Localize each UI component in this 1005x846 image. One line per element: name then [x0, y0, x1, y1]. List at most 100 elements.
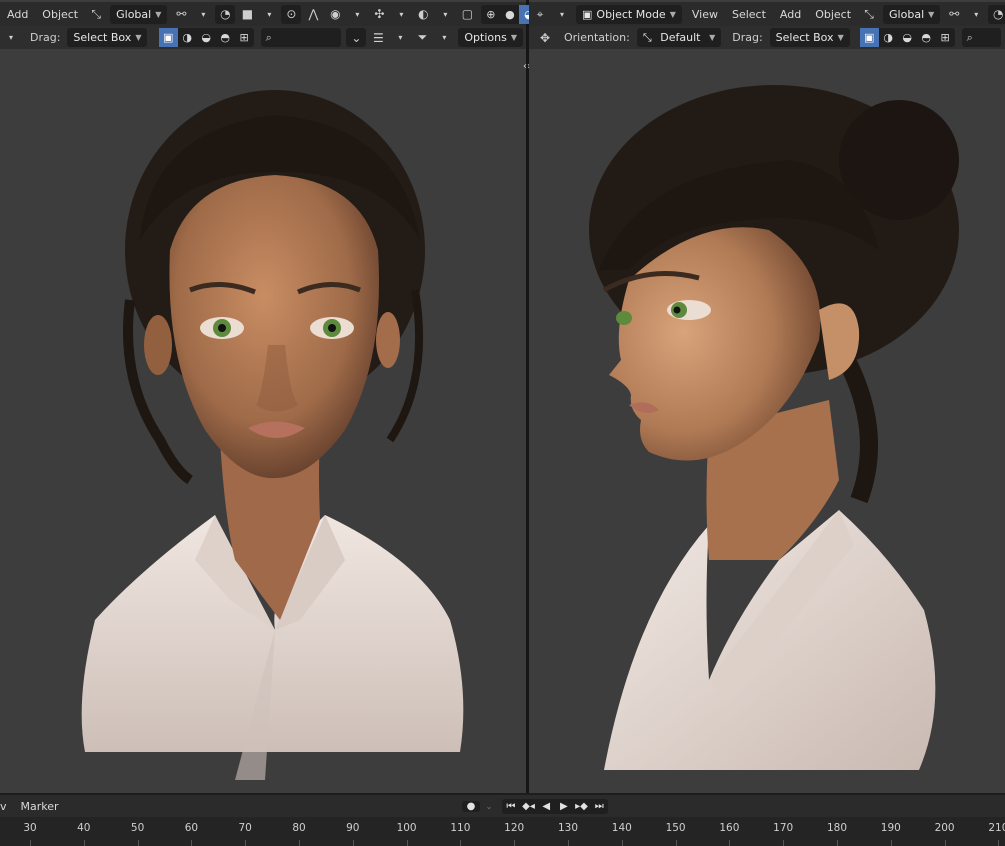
viewport-right[interactable] — [529, 0, 1005, 793]
timeline-tick-label: 140 — [611, 822, 632, 834]
select-new-icon[interactable]: ▣ — [859, 28, 879, 47]
timeline-tick-mark — [837, 840, 838, 846]
select-extend-icon[interactable]: ◑ — [879, 28, 898, 47]
snap-icon[interactable]: ◔ — [215, 4, 236, 24]
chevron-down-icon: ▼ — [135, 33, 142, 42]
timeline-scale[interactable]: 30 40 50 60 70 80 90 100 110 120 130 140 150 160 170 18… — [0, 817, 1005, 846]
drag-select-dropdown[interactable]: Select Box ▼ — [67, 28, 148, 47]
drag-select-dropdown[interactable]: Select Box ▼ — [769, 28, 850, 47]
chevron-down-icon[interactable]: ▾ — [435, 5, 455, 24]
select-invert-icon[interactable]: ◓ — [917, 28, 936, 47]
select-mode-group: ▣ ◑ ◒ ◓ ⊞ — [859, 28, 955, 47]
editor-type-icon[interactable]: ⌖ — [530, 5, 550, 24]
drag-select-value: Select Box — [775, 31, 834, 44]
menu-view[interactable]: v — [0, 800, 14, 813]
chevron-down-icon[interactable]: ▾ — [347, 5, 367, 24]
timeline-tick-label: 210 — [988, 822, 1005, 834]
select-mode-group: ▣ ◑ ◒ ◓ ⊞ — [158, 28, 254, 47]
timeline-tick-label: 190 — [880, 822, 901, 834]
timeline-tick-mark — [729, 840, 731, 846]
next-keyframe-icon[interactable]: ▸◆ — [573, 801, 591, 812]
chevron-down-icon[interactable]: ▾ — [434, 28, 454, 47]
play-icon[interactable]: ▶ — [555, 801, 573, 812]
head-profile-render — [589, 85, 959, 770]
search-field[interactable]: ⌕ — [260, 28, 342, 47]
chevron-down-icon[interactable]: ▾ — [552, 5, 572, 24]
snap-icon[interactable]: ◔ — [988, 4, 1005, 24]
chevron-down-icon[interactable]: ⌄ — [480, 802, 498, 811]
chevron-down-icon: ▼ — [510, 33, 517, 42]
drag-select-value: Select Box — [73, 31, 132, 44]
menu-object[interactable]: Object — [808, 8, 858, 21]
timeline-tick-mark — [191, 840, 193, 846]
timeline-tick-mark — [460, 840, 462, 846]
move-orientation-icon: ✥ — [539, 30, 551, 45]
record-icon[interactable]: ● — [462, 801, 480, 812]
right-header-row-1: ⌖ ▾ ▣ Object Mode ▼ View Select Add Objec… — [529, 2, 1005, 26]
filter-funnel-icon[interactable]: ⏷ — [412, 28, 432, 47]
menu-marker[interactable]: Marker — [14, 800, 66, 813]
timeline-tick-mark — [783, 840, 785, 846]
visibility-eye-icon[interactable]: ◉ — [325, 5, 345, 24]
gizmo-icon[interactable]: ✣ — [369, 5, 389, 24]
select-subtract-icon[interactable]: ◒ — [898, 28, 917, 47]
options-dropdown[interactable]: Options ▼ — [458, 28, 523, 47]
solid-shading-icon[interactable]: ● — [500, 5, 519, 24]
timeline-tick-label: 150 — [665, 822, 686, 834]
drag-label: Drag: — [30, 31, 61, 44]
jump-end-icon[interactable]: ⏭ — [590, 801, 608, 812]
menu-add[interactable]: Add — [773, 8, 808, 21]
timeline-tick-mark — [352, 840, 354, 846]
chevron-down-icon[interactable]: ▾ — [966, 5, 986, 24]
timeline-tick-mark — [568, 840, 569, 846]
timeline-tick-label: 110 — [450, 822, 471, 834]
timeline-tick-label: 100 — [396, 822, 417, 834]
wireframe-shading-icon[interactable]: ⊕ — [481, 5, 500, 24]
jump-start-icon[interactable]: ⏮ — [502, 801, 520, 812]
timeline-tick-label: 70 — [238, 822, 252, 834]
timeline-tick-label: 90 — [346, 822, 360, 834]
chevron-down-icon[interactable]: ▾ — [390, 28, 410, 47]
select-extend-icon[interactable]: ◑ — [178, 28, 197, 47]
select-intersect-icon[interactable]: ⊞ — [936, 28, 955, 47]
menu-object[interactable]: Object — [35, 8, 85, 21]
chevron-down-icon[interactable]: ▾ — [391, 5, 411, 24]
transform-orientation-dropdown[interactable]: Global ▼ — [110, 4, 168, 24]
timeline-tick-mark — [675, 840, 677, 846]
snap-target-icon[interactable]: ■ — [237, 5, 257, 24]
menu-add[interactable]: Add — [0, 8, 35, 21]
play-reverse-icon[interactable]: ◀ — [537, 801, 555, 812]
pivot-point-icon[interactable]: ⚯ — [944, 5, 964, 24]
orientation-dropdown[interactable]: ⤡ Default ▼ — [636, 28, 722, 47]
chevron-down-icon[interactable]: ▾ — [193, 5, 213, 24]
search-icon: ⌕ — [966, 30, 973, 44]
pivot-point-icon[interactable]: ⚯ — [171, 5, 191, 24]
select-subtract-icon[interactable]: ◒ — [197, 28, 216, 47]
select-intersect-icon[interactable]: ⊞ — [235, 28, 254, 47]
select-invert-icon[interactable]: ◓ — [216, 28, 235, 47]
search-icon: ⌕ — [265, 30, 272, 44]
proportional-edit-icon[interactable]: ⊙ — [281, 4, 302, 24]
chevron-down-icon[interactable]: ▾ — [259, 5, 279, 24]
collapse-icon[interactable]: ⌄ — [346, 28, 367, 47]
viewport-left[interactable] — [0, 0, 526, 793]
object-mode-dropdown[interactable]: ▣ Object Mode ▼ — [576, 4, 682, 24]
chevron-down-icon: ▼ — [669, 9, 676, 19]
select-new-icon[interactable]: ▣ — [158, 28, 178, 47]
xray-icon[interactable]: ▢ — [457, 5, 477, 24]
menu-select[interactable]: Select — [725, 8, 773, 21]
search-field[interactable]: ⌕ — [961, 28, 1001, 47]
prev-keyframe-icon[interactable]: ◆◂ — [520, 801, 538, 812]
timeline-tick-mark — [83, 840, 85, 846]
chevron-down-icon[interactable]: ▾ — [1, 28, 21, 47]
object-mode-icon: ▣ — [582, 7, 593, 21]
timeline-tick-label: 200 — [934, 822, 955, 834]
transform-orientation-dropdown[interactable]: Global ▼ — [883, 4, 941, 24]
menu-view[interactable]: View — [685, 8, 725, 21]
timeline-tick-label: 160 — [719, 822, 740, 834]
falloff-icon[interactable]: ⋀ — [303, 5, 323, 24]
drag-label: Drag: — [732, 31, 763, 44]
overlays-icon[interactable]: ◐ — [413, 5, 433, 24]
outliner-filter-icon[interactable]: ☰ — [368, 28, 388, 47]
chevron-down-icon: ▼ — [709, 33, 716, 42]
